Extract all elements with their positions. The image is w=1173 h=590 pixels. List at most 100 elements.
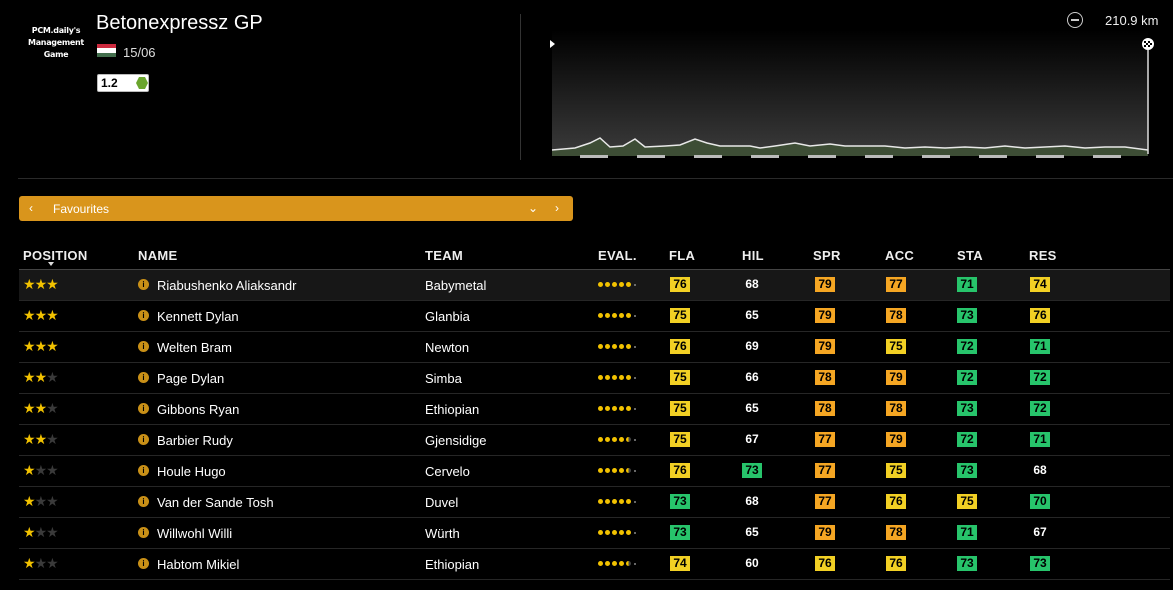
evaluation-dot-icon (598, 344, 603, 349)
rider-info-icon[interactable]: i (138, 496, 149, 507)
table-row[interactable]: ★★★ i Welten Bram Newton 76 69 79 75 72 71 (19, 332, 1170, 363)
table-row[interactable]: ★★★ i Van der Sande Tosh Duvel 73 68 77 76 75 70 (19, 487, 1170, 518)
stat-acc: 78 (886, 308, 906, 323)
rider-name[interactable]: Kennett Dylan (157, 309, 239, 324)
column-header-hil[interactable]: HIL (742, 248, 764, 263)
sort-descending-icon (48, 262, 54, 266)
evaluation-dot-icon (619, 406, 624, 411)
star-icon: ★ (34, 400, 48, 416)
column-header-position[interactable]: POSITION (23, 248, 88, 263)
race-distance: 210.9 km (1105, 13, 1159, 28)
stat-acc: 75 (886, 463, 906, 478)
stat-fla: 74 (670, 556, 690, 571)
column-header-fla[interactable]: FLA (669, 248, 695, 263)
column-header-sta[interactable]: STA (957, 248, 983, 263)
star-icon: ★ (46, 493, 59, 509)
star-icon: ★ (23, 400, 36, 416)
stage-profile[interactable] (545, 30, 1160, 162)
stat-res: 68 (1033, 463, 1047, 477)
star-icon: ★ (46, 338, 59, 354)
column-header-team[interactable]: TEAM (425, 248, 463, 263)
stat-fla: 76 (670, 339, 690, 354)
column-header-spr[interactable]: SPR (813, 248, 841, 263)
rider-info-icon[interactable]: i (138, 403, 149, 414)
category-hexagon-icon (136, 77, 148, 89)
chevron-right-icon[interactable]: › (555, 202, 559, 214)
rider-info-icon[interactable]: i (138, 558, 149, 569)
column-header-acc[interactable]: ACC (885, 248, 914, 263)
evaluation-dot-icon (619, 344, 624, 349)
stat-spr: 77 (815, 463, 835, 478)
star-icon: ★ (34, 524, 48, 540)
stat-acc: 75 (886, 339, 906, 354)
stat-sta: 72 (957, 370, 977, 385)
rider-name[interactable]: Welten Bram (157, 340, 232, 355)
rider-name[interactable]: Willwohl Willi (157, 526, 232, 541)
chevron-left-icon[interactable]: ‹ (29, 202, 33, 214)
evaluation-dot-icon (612, 561, 617, 566)
stat-spr: 77 (815, 432, 835, 447)
star-icon: ★ (46, 307, 59, 323)
stat-hil: 65 (745, 308, 759, 322)
table-row[interactable]: ★★★ i Willwohl Willi Würth 73 65 79 78 71 67 (19, 518, 1170, 549)
favourite-stars: ★★★ (23, 307, 59, 323)
list-selector[interactable]: ‹ Favourites ⌄ › (19, 196, 573, 221)
rider-info-icon[interactable]: i (138, 434, 149, 445)
star-icon: ★ (34, 493, 48, 509)
table-row[interactable]: ★★★ i Gibbons Ryan Ethiopian 75 65 78 78 73 72 (19, 394, 1170, 425)
stat-sta: 73 (957, 401, 977, 416)
column-header-res[interactable]: RES (1029, 248, 1057, 263)
table-row[interactable]: ★★★ i Barbier Rudy Gjensidige 75 67 77 79 72 71 (19, 425, 1170, 456)
table-row[interactable]: ★★★ i Page Dylan Simba 75 66 78 79 72 72 (19, 363, 1170, 394)
evaluation-dot-icon (612, 406, 617, 411)
favourites-table: POSITION NAME TEAM EVAL. FLA HIL SPR ACC… (19, 243, 1170, 580)
rider-name[interactable]: Gibbons Ryan (157, 402, 239, 417)
evaluation-rating (598, 530, 636, 535)
star-icon: ★ (34, 431, 48, 447)
race-date: 15/06 (123, 45, 156, 60)
rider-info-icon[interactable]: i (138, 372, 149, 383)
rider-info-icon[interactable]: i (138, 310, 149, 321)
stat-hil: 65 (745, 525, 759, 539)
rider-info-icon[interactable]: i (138, 465, 149, 476)
evaluation-dot-icon (634, 283, 636, 286)
rider-name[interactable]: Riabushenko Aliaksandr (157, 278, 296, 293)
evaluation-dot-icon (598, 499, 603, 504)
star-icon: ★ (23, 276, 36, 292)
evaluation-dot-icon (598, 375, 603, 380)
column-header-eval[interactable]: EVAL. (598, 248, 637, 263)
rider-team: Würth (425, 526, 460, 541)
rider-name[interactable]: Houle Hugo (157, 464, 226, 479)
evaluation-dot-icon (605, 282, 610, 287)
star-icon: ★ (34, 462, 48, 478)
evaluation-dot-icon (605, 375, 610, 380)
stat-sta: 71 (957, 525, 977, 540)
evaluation-dot-icon (634, 531, 636, 534)
table-row[interactable]: ★★★ i Habtom Mikiel Ethiopian 74 60 76 76 73 73 (19, 549, 1170, 580)
table-body: ★★★ i Riabushenko Aliaksandr Babymetal 76 68 7… (19, 270, 1170, 580)
rider-name[interactable]: Van der Sande Tosh (157, 495, 274, 510)
rider-name[interactable]: Barbier Rudy (157, 433, 233, 448)
favourite-stars: ★★★ (23, 524, 59, 540)
rider-info-icon[interactable]: i (138, 279, 149, 290)
rider-team: Babymetal (425, 278, 487, 293)
distance-toggle-icon[interactable] (1067, 12, 1083, 28)
table-row[interactable]: ★★★ i Houle Hugo Cervelo 76 73 77 75 73 68 (19, 456, 1170, 487)
rider-name[interactable]: Page Dylan (157, 371, 224, 386)
evaluation-dot-icon (619, 468, 624, 473)
evaluation-dot-icon (634, 345, 636, 348)
stat-sta: 73 (957, 556, 977, 571)
stat-hil: 73 (742, 463, 762, 478)
star-icon: ★ (23, 493, 36, 509)
table-row[interactable]: ★★★ i Riabushenko Aliaksandr Babymetal 76 68 7… (19, 270, 1170, 301)
rider-info-icon[interactable]: i (138, 527, 149, 538)
chevron-down-icon[interactable]: ⌄ (528, 202, 538, 214)
rider-info-icon[interactable]: i (138, 341, 149, 352)
rider-name[interactable]: Habtom Mikiel (157, 557, 239, 572)
evaluation-dot-icon (626, 375, 631, 380)
table-row[interactable]: ★★★ i Kennett Dylan Glanbia 75 65 79 78 73 76 (19, 301, 1170, 332)
column-header-name[interactable]: NAME (138, 248, 177, 263)
stat-fla: 75 (670, 432, 690, 447)
evaluation-rating (598, 499, 636, 504)
evaluation-dot-icon (605, 468, 610, 473)
